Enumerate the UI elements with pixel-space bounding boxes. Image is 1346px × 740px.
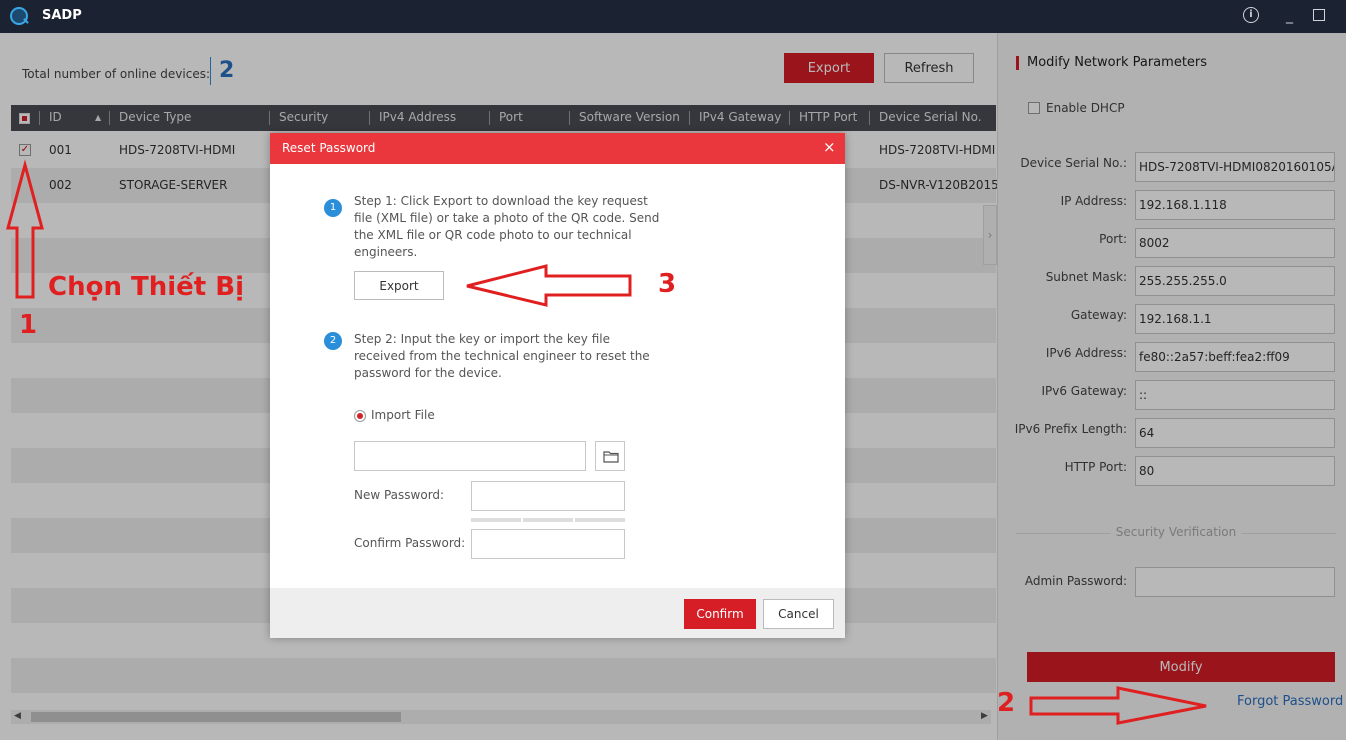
app-title: SADP	[42, 8, 82, 23]
sadp-logo-icon	[10, 7, 28, 25]
annotation-step-2: 2	[997, 688, 1016, 718]
step2-badge: 2	[324, 332, 342, 350]
strength-bar-medium	[523, 518, 573, 522]
step1-text: Step 1: Click Export to download the key…	[354, 194, 660, 259]
step1-badge: 1	[324, 199, 342, 217]
browse-folder-button[interactable]	[595, 441, 625, 471]
cancel-button[interactable]: Cancel	[763, 599, 834, 629]
close-icon[interactable]: ×	[823, 138, 836, 156]
dialog-header: Reset Password ×	[270, 133, 845, 164]
maximize-icon[interactable]	[1313, 9, 1325, 21]
reset-password-dialog: Reset Password × 1 Step 1: Click Export …	[270, 133, 845, 638]
dialog-export-button[interactable]: Export	[354, 271, 444, 300]
dialog-footer	[270, 588, 845, 638]
folder-icon	[603, 451, 619, 463]
import-file-radio[interactable]	[354, 410, 366, 422]
confirm-password-label: Confirm Password:	[354, 536, 466, 550]
import-file-label: Import File	[371, 408, 435, 422]
key-file-path-input[interactable]	[354, 441, 586, 471]
annotation-select-device: Chọn Thiết Bị	[48, 272, 245, 302]
title-bar: SADP i _	[0, 0, 1346, 33]
new-password-label: New Password:	[354, 488, 445, 502]
minimize-icon[interactable]: _	[1286, 7, 1293, 25]
confirm-button[interactable]: Confirm	[684, 599, 756, 629]
dialog-title: Reset Password	[282, 141, 376, 155]
info-icon[interactable]: i	[1243, 7, 1259, 23]
strength-bar-strong	[575, 518, 625, 522]
annotation-step-1: 1	[19, 310, 38, 340]
step2-text: Step 2: Input the key or import the key …	[354, 332, 650, 380]
new-password-field[interactable]	[471, 481, 625, 511]
confirm-password-field[interactable]	[471, 529, 625, 559]
annotation-step-3: 3	[658, 269, 677, 299]
strength-bar-weak	[471, 518, 521, 522]
